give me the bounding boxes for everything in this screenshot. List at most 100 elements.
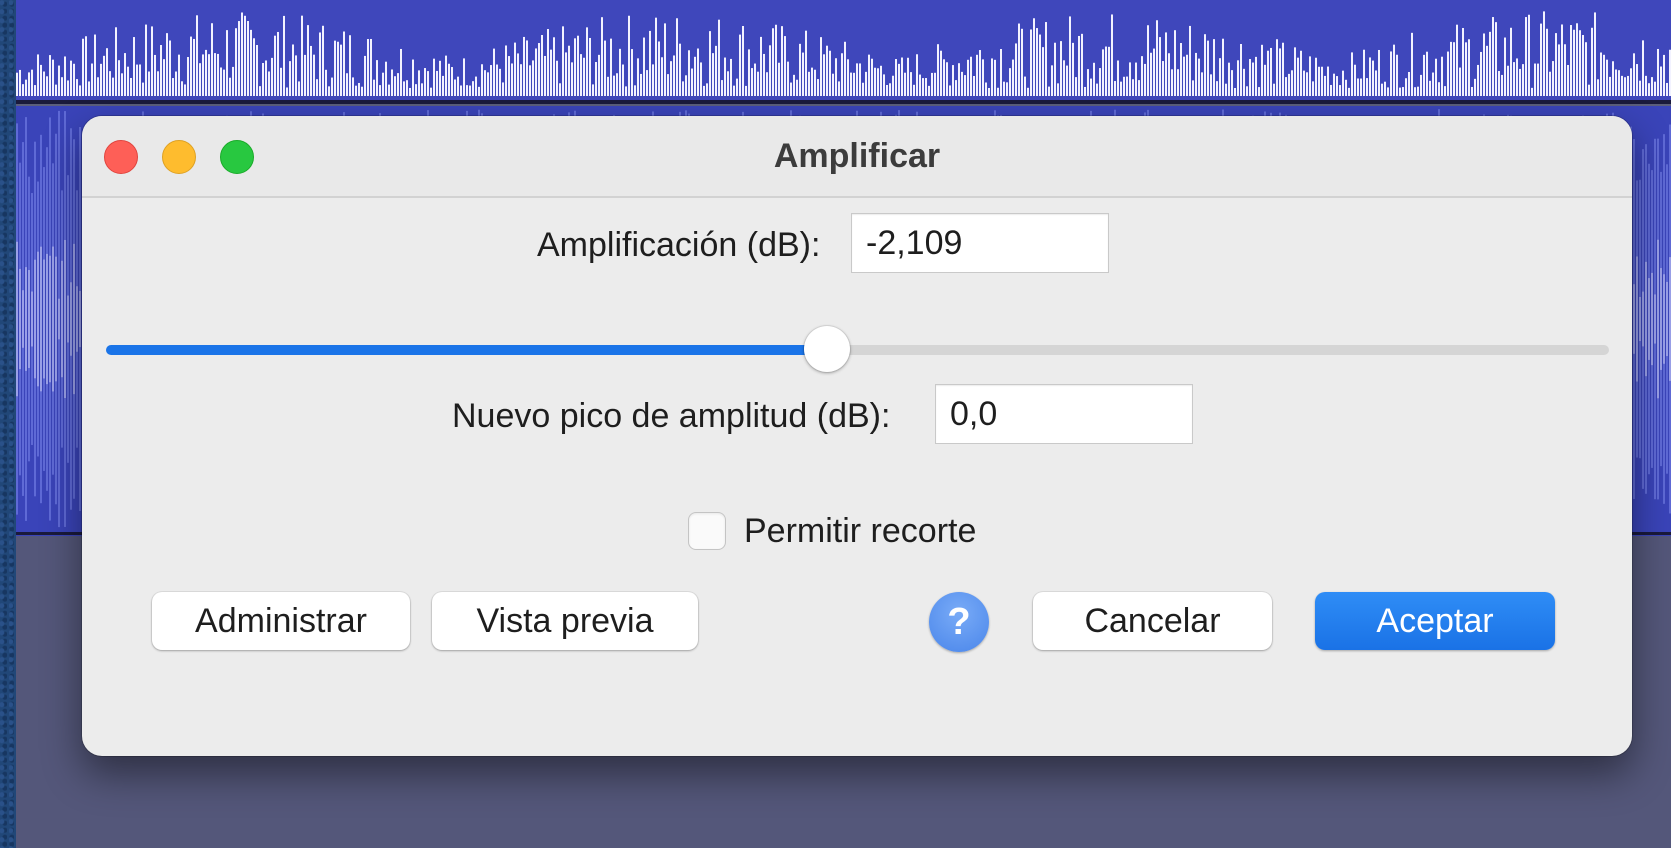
- waveform-sample: [1174, 30, 1176, 96]
- waveform-sample: [787, 61, 789, 96]
- waveform-sample: [1294, 47, 1296, 96]
- waveform-sample: [889, 83, 891, 96]
- waveform-sample: [1375, 70, 1377, 96]
- waveform-sample: [46, 76, 48, 96]
- waveform-sample: [1648, 83, 1650, 96]
- waveform-sample: [337, 41, 339, 96]
- amplification-input[interactable]: -2,109: [851, 213, 1109, 273]
- waveform-sample: [187, 57, 189, 96]
- waveform-sample: [1069, 16, 1071, 96]
- waveform-rms: [58, 298, 60, 340]
- dialog-titlebar[interactable]: Amplificar: [82, 116, 1632, 198]
- manage-button[interactable]: Administrar: [152, 592, 410, 650]
- waveform-sample: [724, 57, 726, 96]
- ok-button[interactable]: Aceptar: [1315, 592, 1555, 650]
- waveform-sample: [1657, 48, 1659, 96]
- waveform-sample: [598, 54, 600, 96]
- slider-thumb[interactable]: [804, 326, 851, 372]
- waveform-sample: [1210, 74, 1212, 96]
- waveform-sample: [400, 48, 402, 96]
- waveform-sample: [394, 76, 396, 96]
- amplification-label: Amplificación (dB):: [537, 226, 821, 264]
- waveform-sample: [118, 60, 120, 96]
- waveform-sample: [520, 64, 522, 96]
- waveform-sample: [1453, 42, 1455, 96]
- waveform-sample: [580, 54, 582, 96]
- cancel-button[interactable]: Cancelar: [1033, 592, 1272, 650]
- slider-track[interactable]: [782, 345, 1609, 355]
- waveform-sample: [1516, 58, 1518, 96]
- waveform-sample: [748, 49, 750, 96]
- waveform-sample: [1654, 81, 1656, 96]
- waveform-rms: [1654, 294, 1656, 344]
- waveform-sample: [574, 38, 576, 96]
- waveform-sample: [583, 57, 585, 96]
- waveform-sample: [1477, 64, 1479, 96]
- waveform-rms: [67, 295, 69, 343]
- waveform-sample: [259, 86, 261, 96]
- waveform-sample: [1354, 64, 1356, 96]
- waveform-sample: [67, 80, 69, 96]
- waveform-sample: [256, 45, 258, 96]
- waveform-sample: [1171, 69, 1173, 96]
- question-mark-icon[interactable]: ?: [929, 592, 989, 652]
- waveform-sample: [937, 44, 939, 96]
- waveform-sample: [709, 31, 711, 97]
- waveform-sample: [1180, 43, 1182, 96]
- waveform-sample: [853, 72, 855, 96]
- waveform-sample: [1372, 60, 1374, 96]
- allow-clipping-checkbox[interactable]: [688, 512, 726, 550]
- waveform-sample: [931, 72, 933, 96]
- waveform-sample: [94, 34, 96, 96]
- waveform-rms: [49, 255, 51, 383]
- waveform-sample: [883, 74, 885, 96]
- waveform-sample: [616, 73, 618, 96]
- waveform-sample: [112, 77, 114, 96]
- waveform-sample: [313, 54, 315, 96]
- waveform-rms: [61, 260, 63, 378]
- waveform-sample: [1288, 73, 1290, 96]
- waveform-sample: [973, 75, 975, 96]
- waveform-sample: [325, 69, 327, 96]
- waveform-sample: [1207, 40, 1209, 96]
- waveform-sample: [745, 85, 747, 96]
- waveform-rms: [40, 246, 42, 392]
- track-divider: [16, 100, 1671, 104]
- waveform-sample: [1018, 23, 1020, 96]
- peak-amplitude-input[interactable]: 0,0: [935, 384, 1193, 444]
- waveform-sample: [1588, 84, 1590, 96]
- waveform-sample: [58, 65, 60, 96]
- waveform-sample: [946, 62, 948, 96]
- waveform-sample: [676, 18, 678, 96]
- allow-clipping-label[interactable]: Permitir recorte: [744, 506, 976, 556]
- preview-button[interactable]: Vista previa: [432, 592, 698, 650]
- waveform-sample: [1435, 58, 1437, 96]
- waveform-sample: [172, 78, 174, 96]
- waveform-sample: [358, 82, 360, 96]
- waveform-sample: [838, 81, 840, 96]
- waveform-sample: [727, 71, 729, 96]
- waveform-sample: [1186, 54, 1188, 96]
- waveform-sample: [286, 87, 288, 96]
- waveform-sample: [1315, 57, 1317, 96]
- waveform-sample: [1042, 47, 1044, 96]
- waveform-sample: [25, 79, 27, 96]
- waveform-sample: [1426, 51, 1428, 96]
- waveform-sample: [31, 69, 33, 96]
- waveform-sample: [886, 85, 888, 96]
- waveform-rms: [25, 267, 27, 371]
- waveform-sample: [40, 64, 42, 96]
- waveform-sample: [706, 83, 708, 96]
- waveform-sample: [19, 69, 21, 96]
- slider-track-filled[interactable]: [106, 345, 828, 355]
- waveform-sample: [1234, 87, 1236, 96]
- waveform-sample: [1027, 87, 1029, 96]
- waveform-sample: [1399, 87, 1401, 96]
- waveform-rms: [1636, 256, 1638, 382]
- waveform-sample: [649, 30, 651, 96]
- waveform-sample: [1387, 87, 1389, 96]
- waveform-sample: [907, 57, 909, 96]
- waveform-sample: [718, 19, 720, 96]
- waveform-sample: [220, 67, 222, 96]
- waveform-sample: [538, 43, 540, 96]
